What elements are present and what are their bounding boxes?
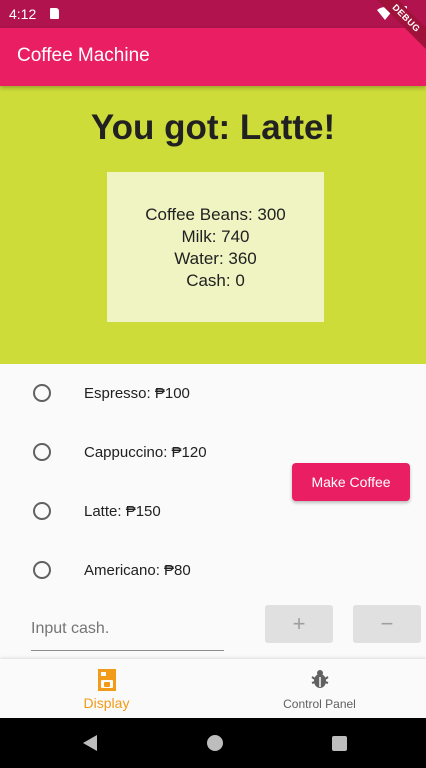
radio-button[interactable] — [33, 502, 51, 520]
home-icon[interactable] — [207, 735, 223, 751]
result-title: You got: Latte! — [90, 108, 336, 147]
radio-button[interactable] — [33, 384, 51, 402]
subtract-cash-button[interactable]: − — [353, 605, 421, 643]
option-cappuccino[interactable]: Cappuccino: ₱120 — [0, 433, 280, 473]
app-title: Coffee Machine — [17, 45, 150, 66]
make-coffee-button[interactable]: Make Coffee — [292, 463, 410, 501]
option-label: Latte: ₱150 — [84, 503, 161, 520]
nav-label: Display — [83, 695, 130, 711]
system-nav-bar — [0, 718, 426, 768]
status-bar: 4:12 — [0, 0, 426, 28]
bottom-nav: Display Control Panel — [0, 659, 426, 718]
back-icon[interactable] — [82, 734, 98, 752]
milk-stock: Milk: 740 — [181, 227, 250, 246]
radio-button[interactable] — [33, 561, 51, 579]
recents-icon[interactable] — [332, 736, 347, 751]
radio-button[interactable] — [33, 443, 51, 461]
coffee-machine-icon — [0, 669, 213, 691]
coffee-beans-stock: Coffee Beans: 300 — [145, 205, 286, 224]
nav-label: Control Panel — [283, 697, 356, 711]
option-espresso[interactable]: Espresso: ₱100 — [0, 374, 280, 414]
nav-item-display[interactable]: Display — [0, 659, 213, 718]
inventory-card: Coffee Beans: 300 Milk: 740 Water: 360 C… — [107, 172, 324, 322]
bug-icon — [213, 669, 426, 691]
option-label: Americano: ₱80 — [84, 562, 191, 579]
sd-card-icon — [50, 8, 59, 19]
option-americano[interactable]: Americano: ₱80 — [0, 551, 280, 591]
option-latte[interactable]: Latte: ₱150 — [0, 492, 280, 532]
cash-input[interactable] — [31, 607, 224, 651]
display-panel: You got: Latte! Coffee Beans: 300 Milk: … — [0, 86, 426, 364]
option-label: Cappuccino: ₱120 — [84, 444, 207, 461]
status-time: 4:12 — [9, 6, 37, 22]
nav-item-control-panel[interactable]: Control Panel — [213, 659, 426, 718]
cash-stock: Cash: 0 — [186, 271, 245, 290]
water-stock: Water: 360 — [174, 249, 257, 268]
add-cash-button[interactable]: + — [265, 605, 333, 643]
option-label: Espresso: ₱100 — [84, 385, 190, 402]
app-bar: Coffee Machine — [0, 28, 426, 86]
